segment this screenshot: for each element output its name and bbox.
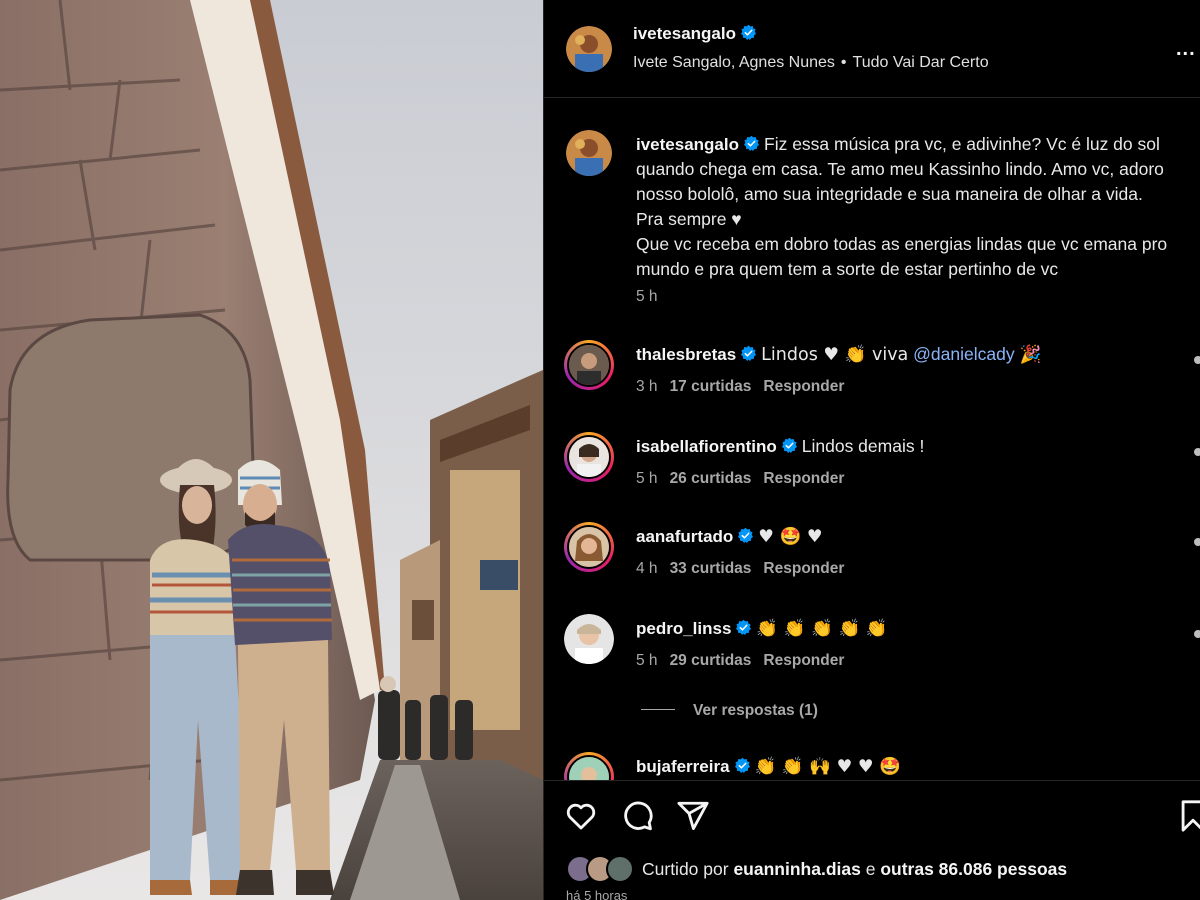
- verified-icon: [738, 527, 754, 544]
- caption-body: ivetesangalo Fiz essa música pra vc, e ad…: [636, 132, 1200, 282]
- liker-username[interactable]: euanninha.dias: [733, 859, 860, 879]
- comment-meta: 5 h 29 curtidas Responder: [636, 652, 844, 670]
- comment-line: pedro_linss 👏 👏 👏 👏 👏: [636, 618, 888, 639]
- comment-likes[interactable]: 29 curtidas: [670, 652, 752, 669]
- commenter-avatar[interactable]: [564, 522, 614, 572]
- verified-icon: [741, 345, 757, 362]
- verified-icon: [743, 135, 760, 152]
- comment-item: thalesbretas Lindos ♥ 👏 viva @danielcady …: [544, 340, 1200, 430]
- comment-text: Lindos ♥ 👏 viva: [761, 345, 909, 365]
- caption-time: 5 h: [636, 288, 658, 305]
- likes-joiner: e: [865, 859, 876, 879]
- comment-mention[interactable]: @danielcady: [913, 344, 1014, 364]
- commenter-avatar[interactable]: [564, 432, 614, 482]
- comment-item: aanafurtado ♥ 🤩 ♥ 4 h 33 curtidas Responder: [544, 522, 1200, 612]
- comment-like-icon[interactable]: [1194, 356, 1200, 364]
- reply-button[interactable]: Responder: [763, 378, 844, 395]
- verified-icon: [740, 24, 757, 41]
- author-username-row: ivetesangalo: [633, 23, 761, 44]
- comment-likes[interactable]: 33 curtidas: [670, 560, 752, 577]
- couple-street-photo: [0, 0, 543, 900]
- comment-like-icon[interactable]: [1194, 448, 1200, 456]
- audio-artists: Ivete Sangalo, Agnes Nunes: [633, 54, 835, 71]
- comment-meta: 5 h 26 curtidas Responder: [636, 470, 844, 488]
- comment-username[interactable]: thalesbretas: [636, 345, 736, 364]
- share-icon[interactable]: [676, 799, 710, 833]
- caption-text: Fiz essa música pra vc, e adivinhe? Vc é…: [636, 134, 1168, 279]
- comment-line: thalesbretas Lindos ♥ 👏 viva @danielcady …: [636, 344, 1041, 365]
- post-timestamp: há 5 horas: [566, 888, 628, 900]
- verified-icon: [781, 437, 797, 454]
- post-side-panel: ivetesangalo Ivete Sangalo, Agnes Nunes •…: [543, 0, 1200, 900]
- heart-icon[interactable]: [564, 799, 598, 833]
- replies-dash: [641, 709, 675, 710]
- comment-like-icon[interactable]: [1194, 630, 1200, 638]
- commenter-avatar[interactable]: [564, 340, 614, 390]
- likes-text: Curtido por euanninha.dias e outras 86.0…: [642, 859, 1067, 880]
- likers-avatars[interactable]: [566, 855, 638, 883]
- comment-time: 5 h: [636, 652, 658, 669]
- verified-icon: [734, 757, 750, 774]
- comment-like-icon[interactable]: [1194, 538, 1200, 546]
- bookmark-icon[interactable]: [1176, 799, 1200, 833]
- comment-time: 3 h: [636, 378, 658, 395]
- author-avatar[interactable]: [566, 26, 612, 72]
- comment-likes[interactable]: 26 curtidas: [670, 470, 752, 487]
- author-username[interactable]: ivetesangalo: [633, 24, 736, 43]
- likes-others[interactable]: outras 86.086 pessoas: [880, 859, 1067, 879]
- comment-tail: 🎉: [1019, 345, 1042, 365]
- reply-button[interactable]: Responder: [763, 560, 844, 577]
- reply-button[interactable]: Responder: [763, 470, 844, 487]
- view-replies-button[interactable]: Ver respostas (1): [641, 702, 818, 720]
- comment-line: isabellafiorentino Lindos demais !: [636, 436, 924, 457]
- view-replies-label: Ver respostas (1): [693, 702, 818, 719]
- comment-username[interactable]: bujaferreira: [636, 757, 730, 776]
- likes-prefix: Curtido por: [642, 859, 729, 879]
- post-actions: Curtido por euanninha.dias e outras 86.0…: [544, 780, 1200, 900]
- comment-meta: 4 h 33 curtidas Responder: [636, 560, 844, 578]
- caption-author-avatar[interactable]: [566, 130, 612, 176]
- comment-line: bujaferreira 👏 👏 🙌 ♥ ♥ 🤩: [636, 756, 901, 777]
- comment-icon[interactable]: [620, 799, 654, 833]
- post-photo[interactable]: [0, 0, 543, 900]
- audio-song: Tudo Vai Dar Certo: [852, 54, 989, 71]
- audio-info[interactable]: Ivete Sangalo, Agnes Nunes • Tudo Vai Dar …: [633, 54, 989, 72]
- audio-separator: •: [840, 54, 847, 71]
- comment-time: 5 h: [636, 470, 658, 487]
- comment-line: aanafurtado ♥ 🤩 ♥: [636, 526, 823, 547]
- comment-meta: 3 h 17 curtidas Responder: [636, 378, 844, 396]
- comment-username[interactable]: isabellafiorentino: [636, 437, 777, 456]
- comment-item: isabellafiorentino Lindos demais ! 5 h 26 …: [544, 432, 1200, 522]
- comment-username[interactable]: pedro_linss: [636, 619, 731, 638]
- comment-username[interactable]: aanafurtado: [636, 527, 733, 546]
- comment-time: 4 h: [636, 560, 658, 577]
- comment-text: ♥ 🤩 ♥: [758, 527, 823, 547]
- comment-item: pedro_linss 👏 👏 👏 👏 👏 5 h 29 curtidas Respo…: [544, 614, 1200, 704]
- caption-username[interactable]: ivetesangalo: [636, 135, 739, 154]
- comment-likes[interactable]: 17 curtidas: [670, 378, 752, 395]
- comment-text: 👏 👏 👏 👏 👏: [756, 619, 888, 639]
- verified-icon: [736, 619, 752, 636]
- comment-text: Lindos demais !: [801, 436, 925, 456]
- commenter-avatar[interactable]: [564, 614, 614, 664]
- liker-avatar: [606, 855, 634, 883]
- comment-text: 👏 👏 🙌 ♥ ♥ 🤩: [754, 757, 901, 777]
- reply-button[interactable]: Responder: [763, 652, 844, 669]
- more-icon[interactable]: ...: [1176, 38, 1196, 61]
- post-header: ivetesangalo Ivete Sangalo, Agnes Nunes •…: [544, 0, 1200, 98]
